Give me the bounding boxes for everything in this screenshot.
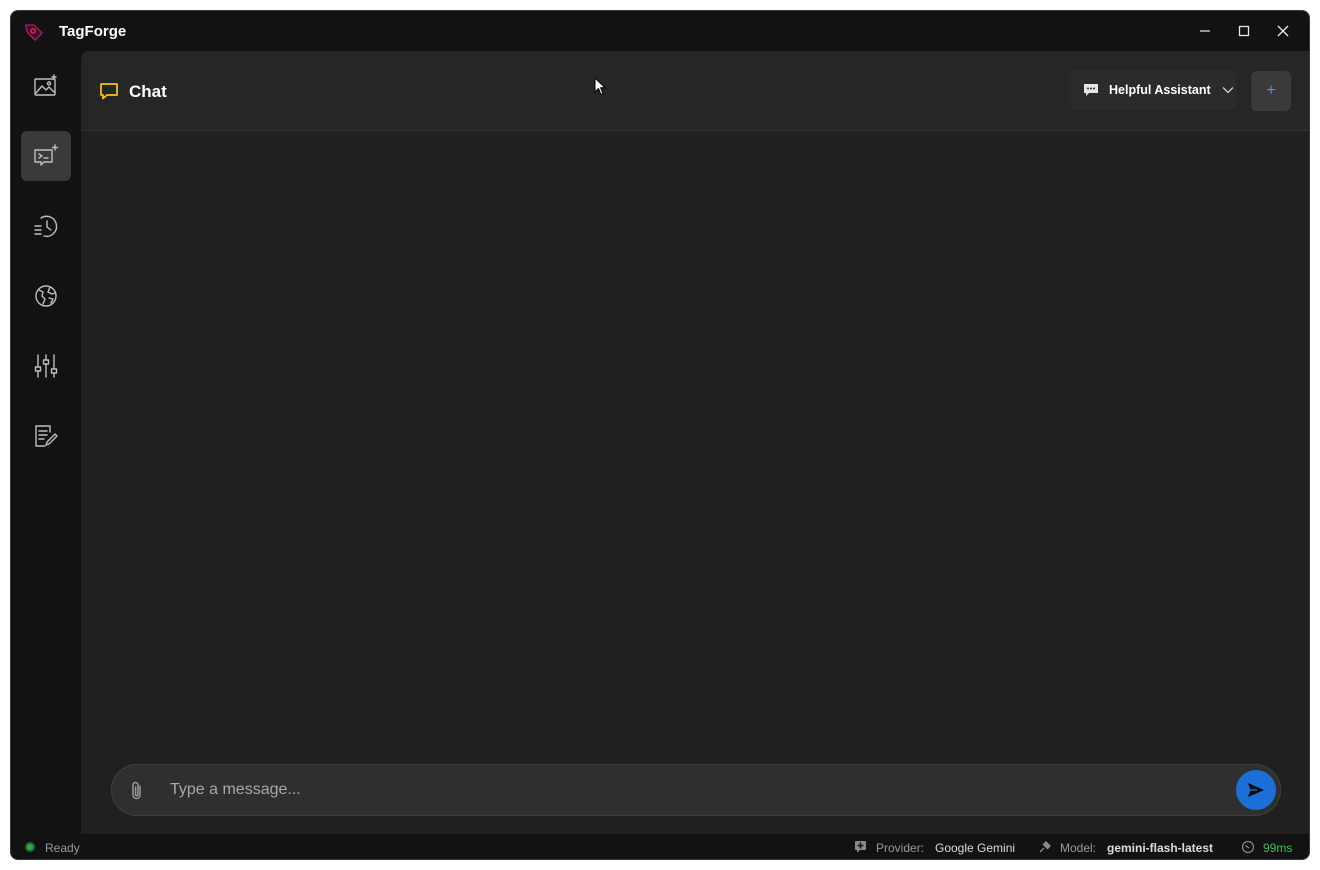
mouse-cursor-icon [594, 76, 607, 101]
app-logo-icon [23, 21, 45, 43]
minimize-icon [1200, 30, 1210, 32]
image-sparkle-icon [34, 74, 57, 96]
minimize-button[interactable] [1188, 17, 1222, 45]
app-window: TagForge Chat Helpful Assistant + Type a… [10, 10, 1310, 860]
provider-label: Provider: [876, 841, 925, 855]
model-icon [1038, 840, 1052, 857]
status-text: Ready [45, 841, 80, 855]
maximize-button[interactable] [1227, 17, 1261, 45]
chat-sparkle-icon [34, 144, 59, 166]
provider-icon [854, 840, 867, 856]
assistant-icon [1083, 82, 1099, 98]
message-composer [111, 764, 1281, 816]
chat-header: Chat Helpful Assistant + [81, 51, 1309, 131]
chevron-down-icon [1221, 83, 1235, 97]
chat-panel: Chat Helpful Assistant + [81, 51, 1309, 834]
message-input[interactable] [170, 775, 1220, 805]
sidebar-item-images[interactable] [21, 61, 71, 111]
sidebar-item-notes[interactable] [21, 411, 71, 461]
page-title: Chat [129, 82, 167, 101]
sidebar-item-settings[interactable] [21, 341, 71, 391]
send-icon [1248, 783, 1264, 797]
sidebar-item-history[interactable] [21, 201, 71, 251]
model-value: gemini-flash-latest [1107, 841, 1214, 855]
latency-icon [1241, 840, 1255, 857]
chat-icon [99, 81, 119, 106]
assistant-selector[interactable]: Helpful Assistant [1071, 70, 1236, 110]
globe-icon [35, 285, 57, 307]
sidebar [11, 51, 81, 834]
close-button[interactable] [1266, 17, 1300, 45]
status-bar: Ready Provider: Google Gemini Model: gem… [11, 834, 1309, 859]
paperclip-icon[interactable] [128, 780, 146, 807]
title-bar: TagForge [11, 11, 1309, 51]
app-title: TagForge [59, 23, 127, 40]
model-label: Model: [1060, 841, 1097, 855]
sidebar-item-chat[interactable] [21, 131, 71, 181]
new-chat-button[interactable]: + [1251, 71, 1291, 111]
status-indicator [25, 842, 35, 852]
provider-value: Google Gemini [935, 841, 1016, 855]
history-icon [34, 215, 58, 238]
send-button[interactable] [1236, 770, 1276, 810]
sidebar-item-globe[interactable] [21, 271, 71, 321]
latency-value: 99ms [1263, 841, 1293, 855]
maximize-icon [1238, 25, 1250, 37]
assistant-selector-label: Helpful Assistant [1109, 83, 1211, 97]
sliders-icon [34, 354, 58, 378]
close-icon [1277, 25, 1289, 37]
document-edit-icon [35, 425, 58, 447]
